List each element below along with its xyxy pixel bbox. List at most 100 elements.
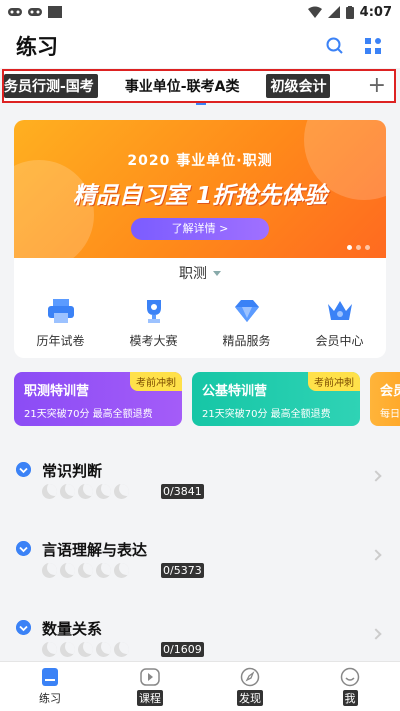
check-circle-icon [16,620,31,635]
nav-discover[interactable]: 发现 [200,662,300,711]
nav-courses[interactable]: 课程 [100,662,200,711]
banner-subtitle: 2020 事业单位·职测 [127,153,273,169]
grid-menu-button[interactable] [362,35,384,57]
nav-label: 练习 [39,692,61,705]
crown-icon [327,300,352,320]
moon-icon [42,642,57,657]
check-circle-icon [16,541,31,556]
moon-icon [78,484,93,499]
wifi-icon [307,6,322,18]
moon-icon [96,642,111,657]
chevron-down-icon [213,270,221,276]
page-title: 练习 [16,35,58,59]
tab-junior-accounting[interactable]: 初级会计 [266,74,331,98]
banner-details-button[interactable]: 了解详情 > [131,218,269,240]
status-bar: 4:07 [0,0,400,24]
battery-icon [345,5,354,19]
category-tabs: 务员行测-国考 事业单位-联考A类 初级会计 + [2,69,396,103]
status-right: 4:07 [307,4,392,20]
question-count: 0/3841 [161,484,204,499]
status-time: 4:07 [359,4,392,20]
nav-practice[interactable]: 练习 [0,662,100,711]
trophy-icon [146,299,161,323]
feature-label: 历年试卷 [36,333,85,348]
bottom-nav: 练习 课程 发现 我 [0,661,400,711]
moon-icon [42,484,57,499]
banner-title: 精品自习室 1折抢先体验 [72,183,327,209]
tab-public-institution[interactable]: 事业单位-联考A类 [112,76,253,96]
feature-mock-contest[interactable]: 模考大赛 [107,288,200,358]
feature-past-papers[interactable]: 历年试卷 [14,288,107,358]
moon-icon [42,563,57,578]
moon-icon [96,563,111,578]
smile-icon [340,667,360,687]
moon-icon [78,642,93,657]
search-icon [326,37,343,54]
status-left [8,6,62,18]
progress-moons [42,484,129,499]
promo-title: 会员 [380,384,400,399]
grid-icon [365,38,381,54]
moon-icon [78,563,93,578]
tab-indicator [196,103,206,105]
promo-tag: 考前冲刺 [130,372,182,391]
header-actions [324,35,384,57]
gamepad-icon [28,8,42,16]
signal-icon [327,6,340,18]
feature-premium-service[interactable]: 精品服务 [200,288,293,358]
feature-label: 模考大赛 [129,333,178,348]
promo-card[interactable]: 公基特训营 21天突破70分 最高全额退费 考前冲刺 [192,372,360,426]
moon-icon [96,484,111,499]
check-circle-icon [16,462,31,477]
nav-label: 发现 [237,690,263,706]
feature-grid: 历年试卷 模考大赛 精品服务 会员中心 [14,288,386,358]
moon-icon [114,642,129,657]
list-item[interactable]: 言语理解与表达 0/5373 [0,519,400,598]
app-header: 练习 [0,24,400,68]
notification-icon [48,6,62,18]
practice-icon [42,668,58,686]
moon-icon [114,563,129,578]
carousel-dots [347,245,370,250]
subject-selector-label: 职测 [179,266,207,282]
promo-desc: 每日 [380,409,400,420]
subject-selector[interactable]: 职测 [14,258,386,288]
question-count: 0/5373 [161,563,204,578]
play-icon [140,668,160,686]
diamond-icon [234,299,259,322]
carousel-dot [347,245,352,250]
moon-icon [60,563,75,578]
nav-label: 我 [342,690,358,706]
moon-icon [60,642,75,657]
compass-icon [240,667,260,687]
promo-desc: 21天突破70分 最高全额退费 [202,409,331,420]
tab-civil-service-national[interactable]: 务员行测-国考 [4,74,98,98]
chevron-right-icon [370,628,382,640]
search-button[interactable] [324,35,346,57]
progress-moons [42,563,129,578]
add-category-button[interactable]: + [360,75,394,97]
promo-card[interactable]: 会员 每日 [370,372,400,426]
promo-tag: 考前冲刺 [308,372,360,391]
section-title: 数量关系 [42,620,103,638]
carousel-dot [356,245,361,250]
feature-member-center[interactable]: 会员中心 [293,288,386,358]
feature-label: 精品服务 [222,333,271,348]
moon-icon [114,484,129,499]
promo-banner[interactable]: 2020 事业单位·职测 精品自习室 1折抢先体验 了解详情 > [14,120,386,258]
chevron-right-icon [370,549,382,561]
progress-moons [42,642,129,657]
promo-card[interactable]: 职测特训营 21天突破70分 最高全额退费 考前冲刺 [14,372,182,426]
question-count: 0/1609 [161,642,204,657]
chevron-right-icon [370,470,382,482]
list-item[interactable]: 常识判断 0/3841 [0,440,400,519]
practice-section-list: 常识判断 0/3841 言语理解与表达 0/5373 数量关系 0/1609 [0,440,400,677]
moon-icon [60,484,75,499]
nav-label: 课程 [137,690,163,706]
nav-me[interactable]: 我 [300,662,400,711]
main-card: 2020 事业单位·职测 精品自习室 1折抢先体验 了解详情 > 职测 历年试卷… [14,120,386,358]
promo-carousel: 职测特训营 21天突破70分 最高全额退费 考前冲刺 公基特训营 21天突破70… [14,372,400,426]
carousel-dot [365,245,370,250]
gamepad-icon [8,8,22,16]
section-title: 言语理解与表达 [42,541,148,559]
